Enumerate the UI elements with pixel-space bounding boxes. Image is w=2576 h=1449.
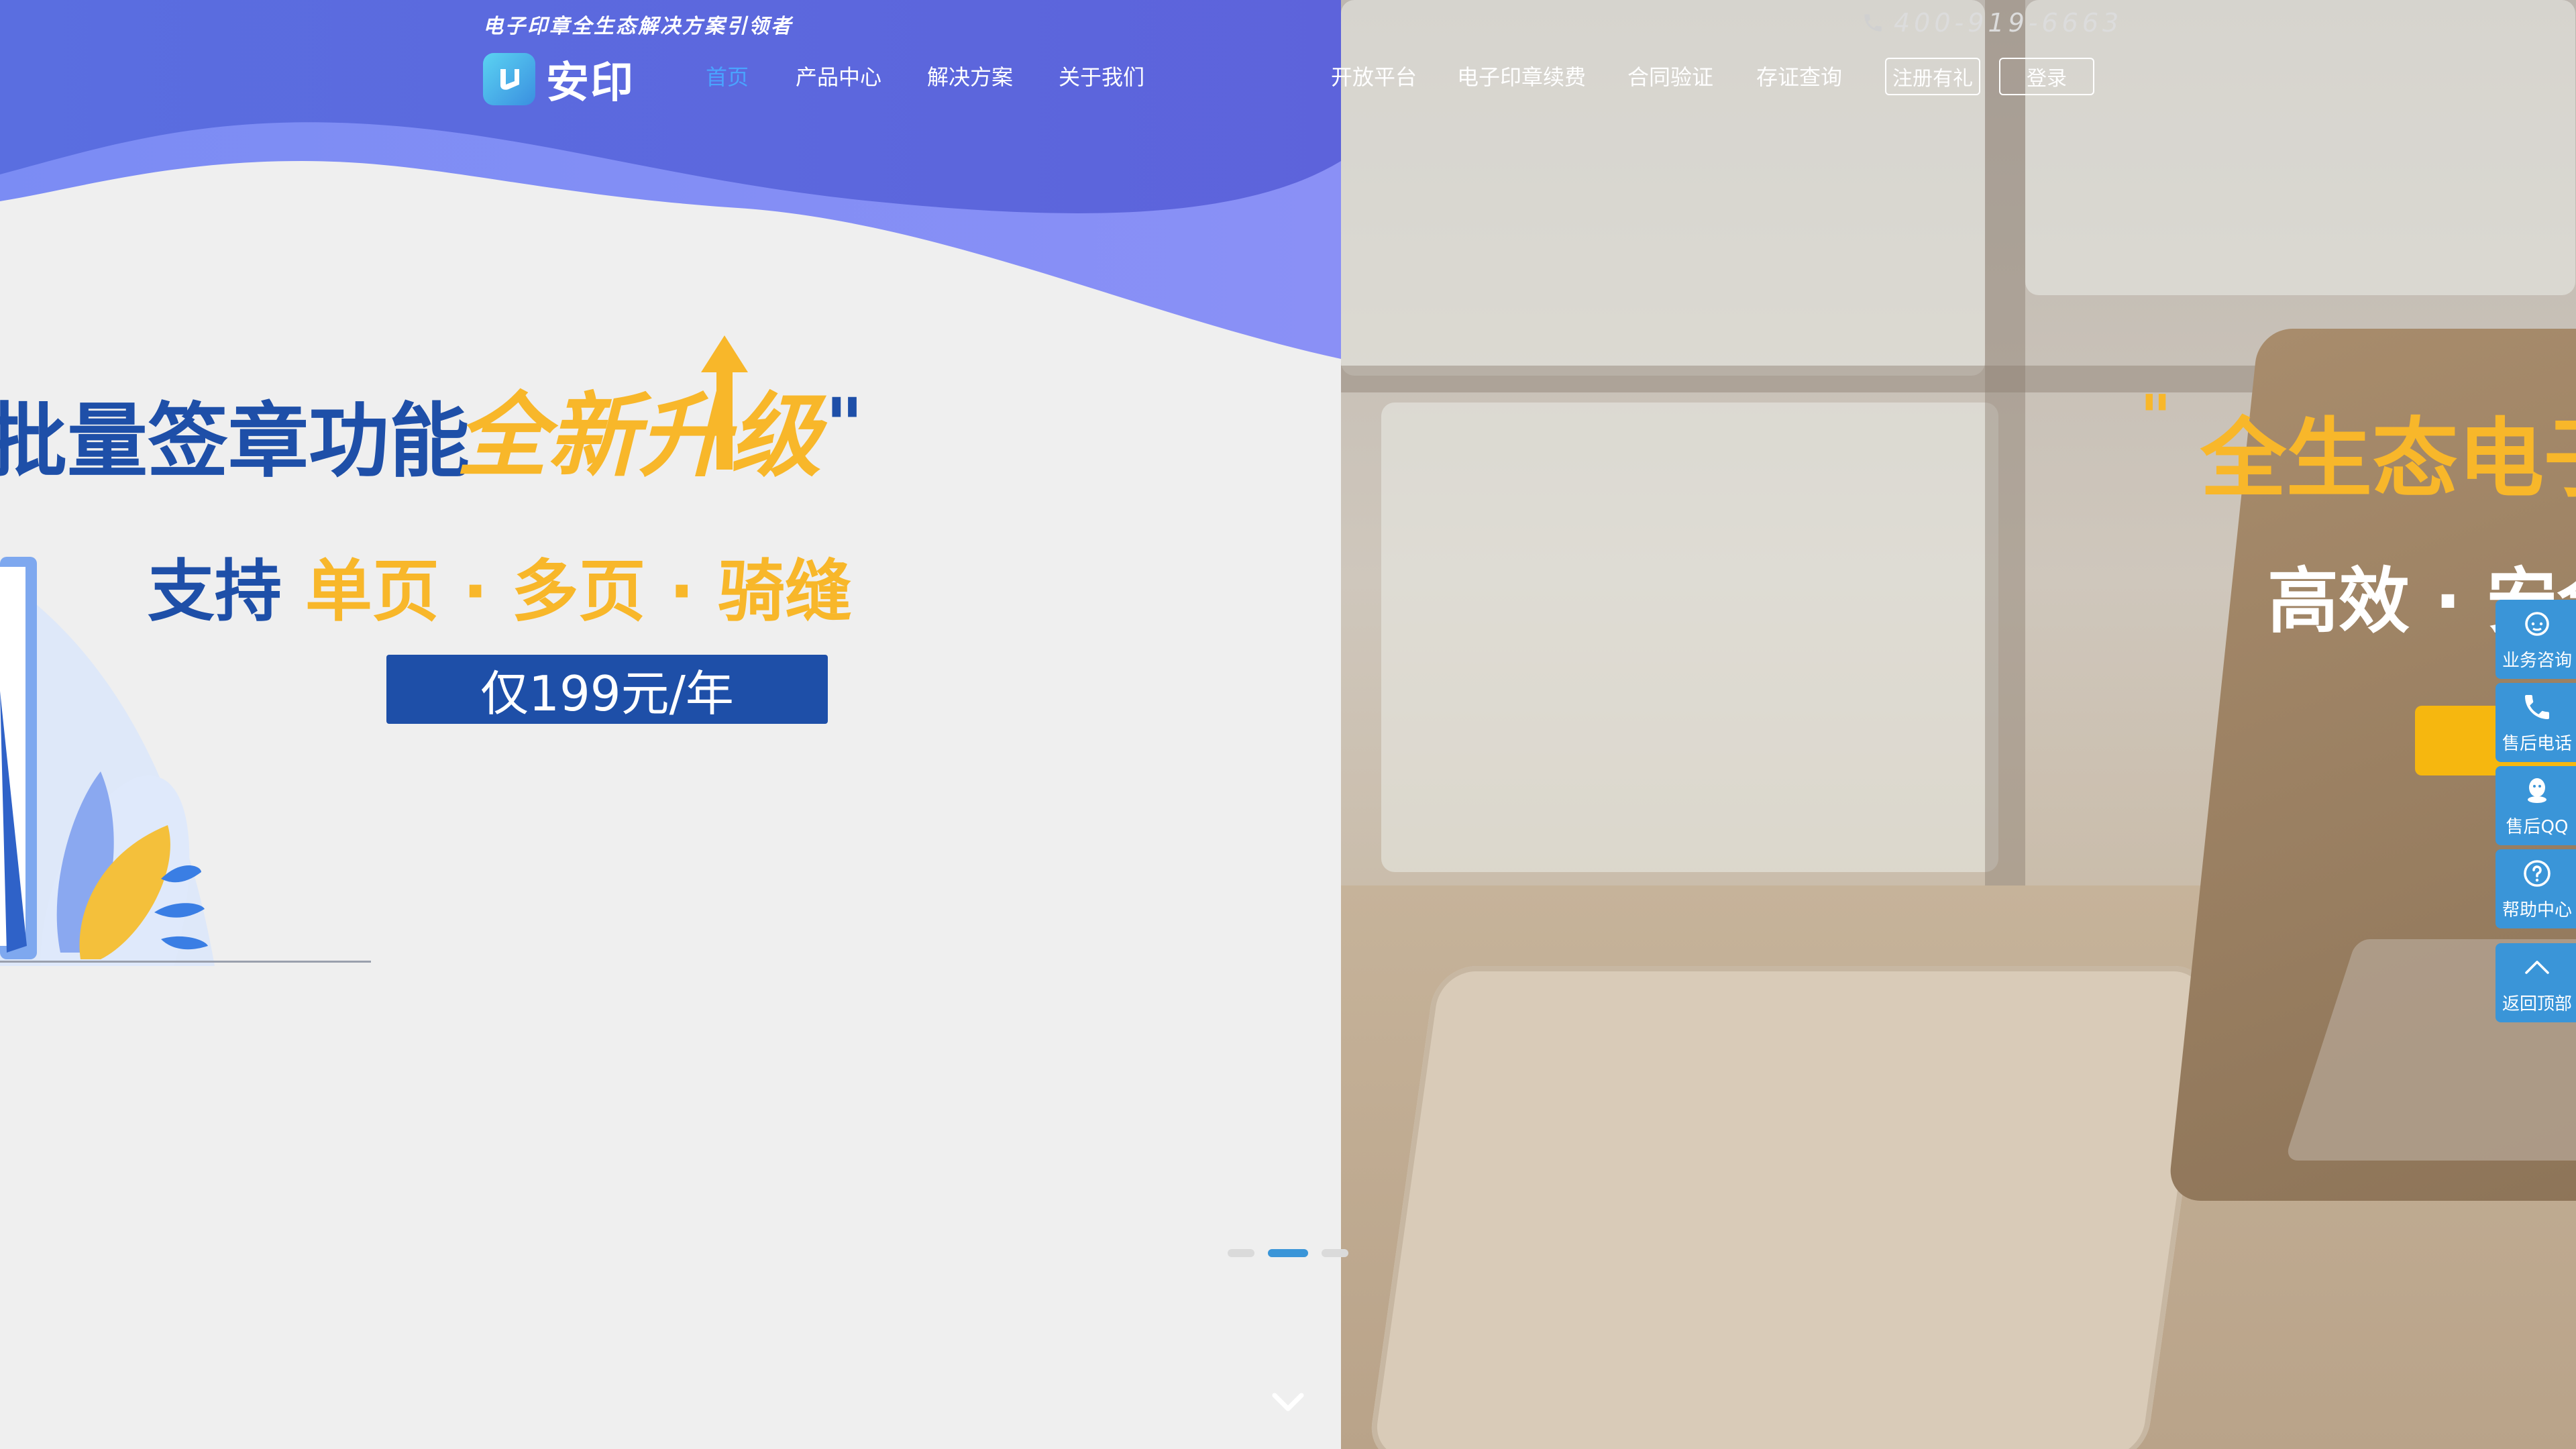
- float-label: 返回顶部: [2502, 994, 2572, 1014]
- drawing-tablet: [1366, 966, 2214, 1449]
- register-button[interactable]: 注册有礼: [1885, 58, 1980, 95]
- slide-right-headline: 全生态电子: [2200, 409, 2576, 509]
- upgrade-arrow-icon: [701, 335, 748, 470]
- login-button[interactable]: 登录: [1999, 58, 2094, 95]
- float-label: 帮助中心: [2502, 900, 2572, 920]
- price-button[interactable]: 仅199元/年: [386, 655, 828, 724]
- float-label: 售后QQ: [2506, 816, 2569, 837]
- float-back-to-top[interactable]: 返回顶部: [2496, 943, 2576, 1022]
- slide-headline-accent: 全新升级: [456, 384, 821, 490]
- subheadline-accent: 单页 · 多页 · 骑缝: [305, 552, 853, 631]
- float-aftersales-qq[interactable]: 售后QQ: [2496, 766, 2576, 845]
- header-wave-background: [0, 0, 1341, 359]
- window-pane: [2025, 0, 2575, 295]
- nav-home[interactable]: 首页: [706, 60, 749, 91]
- window-frame: [1985, 0, 2025, 939]
- hotline: 400-919-6663: [1862, 8, 2123, 38]
- slide-headline: 批量签章功能: [0, 395, 470, 488]
- site-logo[interactable]: 安印: [483, 48, 635, 110]
- illustration-ground-line: [0, 961, 371, 963]
- carousel-dot-active[interactable]: [1268, 1249, 1308, 1257]
- logo-mark-icon: [483, 53, 535, 105]
- headset-icon: [2525, 611, 2549, 636]
- phone-icon: [2525, 694, 2549, 719]
- float-label: 业务咨询: [2502, 650, 2572, 671]
- quote-mark-close: ": [825, 382, 864, 468]
- logo-text: 安印: [546, 58, 635, 108]
- nav-contract-verify[interactable]: 合同验证: [1627, 60, 1713, 91]
- nav-evidence-query[interactable]: 存证查询: [1756, 60, 1842, 91]
- hero-slide-right: [1341, 0, 2576, 1449]
- nav-open-platform[interactable]: 开放平台: [1331, 60, 1417, 91]
- nav-solutions[interactable]: 解决方案: [927, 60, 1013, 91]
- scroll-down-chevron-icon[interactable]: [1271, 1389, 1305, 1415]
- float-business-consult[interactable]: 业务咨询: [2496, 600, 2576, 679]
- nav-seal-renewal[interactable]: 电子印章续费: [1457, 60, 1586, 91]
- qq-icon: [2528, 777, 2546, 803]
- chevron-up-icon: [2525, 960, 2549, 974]
- window-pane: [1381, 402, 1998, 872]
- help-icon: [2524, 859, 2551, 887]
- window-pane: [1341, 0, 1985, 376]
- nav-products[interactable]: 产品中心: [796, 60, 881, 91]
- phone-icon: [1864, 14, 1882, 32]
- slide-subheadline: 支持 单页 · 多页 · 骑缝: [148, 537, 852, 634]
- float-aftersales-phone[interactable]: 售后电话: [2496, 683, 2576, 762]
- hotline-number: 400-919-6663: [1894, 8, 2123, 38]
- float-help-center[interactable]: 帮助中心: [2496, 849, 2576, 928]
- subheadline-prefix: 支持: [148, 552, 282, 631]
- quote-mark-open: ": [2140, 382, 2171, 453]
- hero-slide-left: 批量签章功能 全新升级 " 支持 单页 · 多页 · 骑缝 仅199元/年: [0, 0, 1341, 1449]
- nav-about[interactable]: 关于我们: [1059, 60, 1144, 91]
- site-tagline: 电子印章全生态解决方案引领者: [483, 15, 793, 38]
- carousel-dot[interactable]: [1228, 1249, 1254, 1257]
- carousel-dot[interactable]: [1322, 1249, 1348, 1257]
- float-label: 售后电话: [2502, 733, 2572, 754]
